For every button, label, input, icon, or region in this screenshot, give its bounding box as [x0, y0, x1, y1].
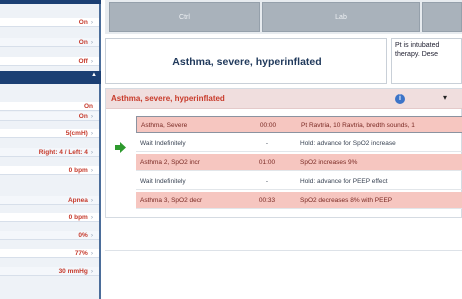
table-row[interactable]: Asthma 2, SpO2 incr 01:00 SpO2 increases… — [136, 154, 462, 171]
chevron-right-icon: › — [90, 130, 93, 137]
setting-value: 77% — [74, 250, 88, 257]
state-cell: Asthma, Severe — [141, 122, 188, 129]
setting-value: 5(cmH) — [65, 130, 88, 137]
setting-value: On — [78, 39, 88, 46]
divider — [105, 250, 462, 251]
action-cell: SpO2 decreases 8% with PEEP — [300, 197, 393, 204]
action-cell: SpO2 increases 9% — [300, 159, 358, 166]
setting-value: Off — [78, 58, 88, 65]
setting-value: 0 bpm — [68, 214, 88, 221]
action-cell: Hold: advance for SpO2 increase — [300, 140, 396, 147]
chevron-right-icon: › — [90, 268, 93, 275]
table-row[interactable]: Asthma 3, SpO2 decr 00:33 SpO2 decreases… — [136, 192, 462, 209]
chevron-right-icon: › — [90, 197, 93, 204]
time-cell: 00:00 — [259, 122, 277, 129]
chevron-right-icon: › — [90, 214, 93, 221]
setting-row[interactable]: On › — [0, 112, 99, 121]
tab-more[interactable] — [422, 2, 462, 32]
section-header — [0, 0, 101, 4]
time-cell: 01:00 — [258, 159, 276, 166]
setting-value: On — [78, 113, 88, 120]
setting-value: 30 mmHg — [58, 268, 88, 275]
scenario-header: Asthma, severe, hyperinflated — [105, 38, 387, 84]
chevron-right-icon: › — [90, 58, 93, 65]
tab-bar: Ctrl Lab — [105, 0, 462, 34]
setting-value: Right: 4 / Left: 4 — [38, 149, 88, 156]
chevron-down-icon[interactable]: ▾ — [443, 93, 447, 102]
setting-row[interactable]: Right: 4 / Left: 4 › — [0, 148, 99, 157]
setting-row[interactable]: 30 mmHg › — [0, 267, 99, 276]
state-cell: Asthma 3, SpO2 decr — [140, 197, 203, 204]
setting-row[interactable]: On › — [0, 18, 99, 27]
setting-value: Apnea — [67, 197, 88, 204]
chevron-up-icon[interactable]: ▲ — [91, 72, 97, 78]
setting-row[interactable]: Apnea › — [0, 196, 99, 205]
chevron-right-icon: › — [90, 250, 93, 257]
settings-panel: On › On › Off › ▲ On On › 5(cmH) › Right: 4 /… — [0, 0, 101, 299]
setting-value: 0 bpm — [68, 167, 88, 174]
setting-row[interactable]: Off › — [0, 57, 99, 66]
action-cell: Hold: advance for PEEP effect — [300, 178, 388, 185]
tab-lab[interactable]: Lab — [262, 2, 420, 32]
chevron-right-icon: › — [90, 167, 93, 174]
current-state-arrow-icon — [115, 142, 126, 153]
state-cell: Wait Indefinitely — [140, 178, 186, 185]
info-icon[interactable]: i — [395, 94, 405, 104]
setting-row[interactable]: 77% › — [0, 249, 99, 258]
state-cell: Asthma 2, SpO2 incr — [140, 159, 200, 166]
tab-ctrl[interactable]: Ctrl — [109, 2, 260, 32]
table-row[interactable]: Wait Indefinitely - Hold: advance for Sp… — [136, 135, 462, 152]
setting-value: On — [83, 103, 93, 110]
setting-row[interactable]: 0 bpm › — [0, 213, 99, 222]
state-cell: Wait Indefinitely — [140, 140, 186, 147]
event-panel: Asthma, severe, hyperinflated i ▾ Asthma… — [105, 88, 462, 218]
setting-row[interactable]: 0 bpm › — [0, 166, 99, 175]
setting-value: 0% — [78, 232, 88, 239]
time-cell: 00:33 — [258, 197, 276, 204]
setting-row[interactable]: On › — [0, 38, 99, 47]
table-row[interactable]: Wait Indefinitely - Hold: advance for PE… — [136, 173, 462, 190]
event-panel-title: Asthma, severe, hyperinflated — [111, 94, 225, 103]
table-row[interactable]: Asthma, Severe 00:00 Pt Ravtria, 10 Ravt… — [136, 116, 462, 133]
scenario-title: Asthma, severe, hyperinflated — [172, 56, 322, 68]
setting-value: On — [78, 19, 88, 26]
chevron-right-icon: › — [90, 39, 93, 46]
section-header[interactable]: ▲ — [0, 71, 101, 84]
setting-row[interactable]: 0% › — [0, 231, 99, 240]
event-panel-header: Asthma, severe, hyperinflated i ▾ — [106, 89, 462, 109]
time-cell: - — [265, 140, 269, 147]
chevron-right-icon: › — [90, 113, 93, 120]
chevron-right-icon: › — [90, 232, 93, 239]
setting-row[interactable]: On — [0, 102, 99, 111]
scenario-note: Pt is intubated therapy. Dese — [391, 38, 462, 84]
chevron-right-icon: › — [90, 149, 93, 156]
action-cell: Pt Ravtria, 10 Ravtria, bredth sounds, 1 — [301, 122, 415, 129]
time-cell: - — [265, 178, 269, 185]
setting-row[interactable]: 5(cmH) › — [0, 129, 99, 138]
chevron-right-icon: › — [90, 19, 93, 26]
